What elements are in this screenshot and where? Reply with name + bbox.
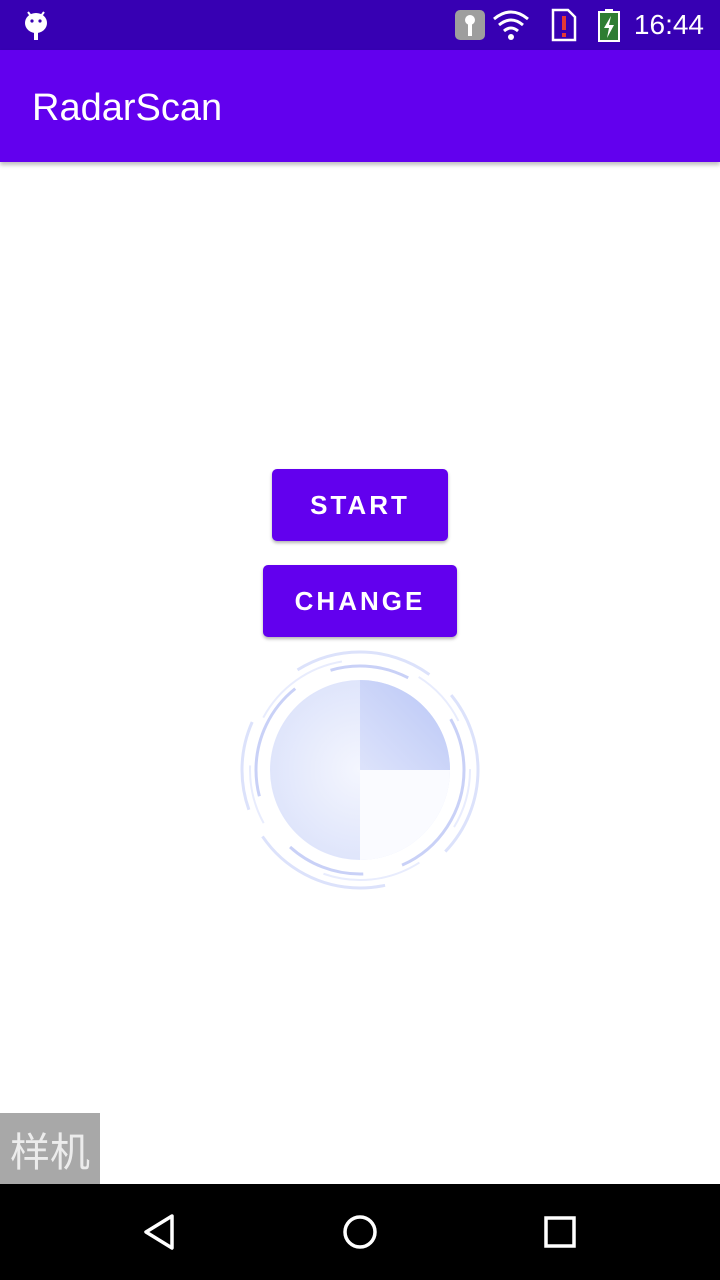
android-icon [25,11,47,40]
wifi-icon [493,10,529,40]
app-title: RadarScan [32,87,223,129]
no-sim-icon [551,8,577,42]
status-clock: 16:44 [633,9,704,40]
recents-icon[interactable] [536,1208,584,1256]
status-bar: 16:44 [0,0,720,50]
start-button[interactable]: START [272,469,448,541]
back-icon[interactable] [136,1208,184,1256]
vpn-key-icon [455,10,485,40]
change-button[interactable]: CHANGE [263,565,457,637]
app-bar: RadarScan [0,50,720,162]
navigation-bar [0,1184,720,1280]
radar-scan-icon [240,650,480,890]
battery-charging-icon [598,9,620,42]
home-icon[interactable] [336,1208,384,1256]
watermark-label: 样机 [0,1113,100,1184]
